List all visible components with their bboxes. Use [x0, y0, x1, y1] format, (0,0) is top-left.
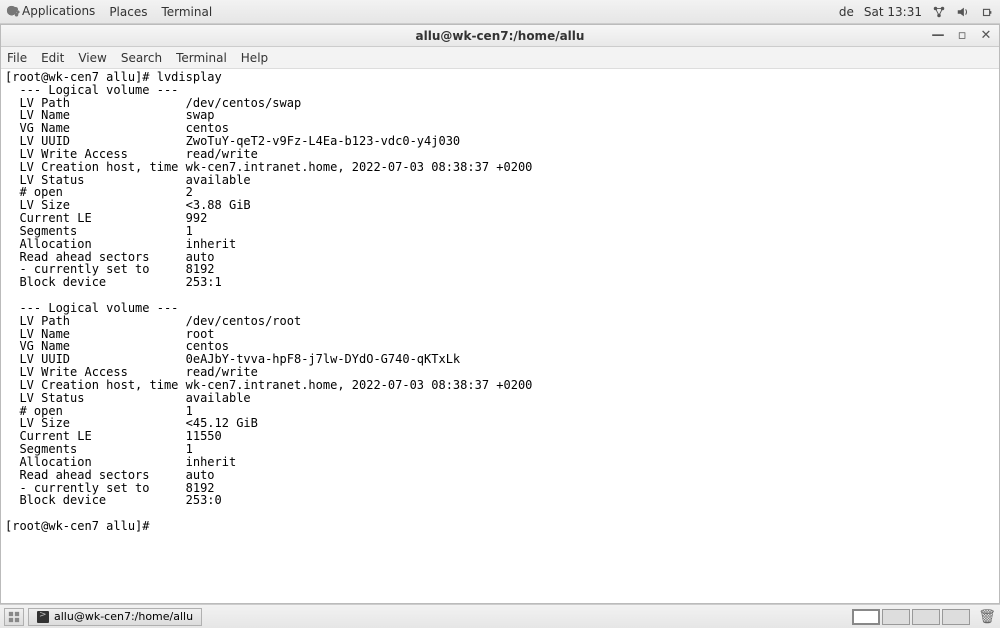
window-title: allu@wk-cen7:/home/allu — [416, 29, 585, 43]
network-icon[interactable] — [932, 5, 946, 19]
menu-terminal[interactable]: Terminal — [176, 51, 227, 65]
title-bar[interactable]: allu@wk-cen7:/home/allu — ▫ ✕ — [1, 25, 999, 47]
workspace-3[interactable] — [912, 609, 940, 625]
bottom-left: allu@wk-cen7:/home/allu — [4, 608, 202, 626]
menu-help[interactable]: Help — [241, 51, 268, 65]
taskbar-terminal[interactable]: allu@wk-cen7:/home/allu — [28, 608, 202, 626]
top-panel-right: de Sat 13:31 — [839, 5, 994, 19]
menu-search[interactable]: Search — [121, 51, 162, 65]
taskbar-label: allu@wk-cen7:/home/allu — [54, 610, 193, 623]
close-button[interactable]: ✕ — [979, 29, 993, 43]
gnome-foot-icon — [6, 5, 20, 19]
menu-bar: File Edit View Search Terminal Help — [1, 47, 999, 69]
trash-icon[interactable]: 🗑 — [978, 609, 996, 625]
power-icon[interactable] — [980, 5, 994, 19]
places-menu[interactable]: Places — [109, 5, 147, 19]
keyboard-lang[interactable]: de — [839, 5, 854, 19]
menu-view[interactable]: View — [78, 51, 106, 65]
window-controls: — ▫ ✕ — [931, 25, 993, 46]
workspace-4[interactable] — [942, 609, 970, 625]
menu-file[interactable]: File — [7, 51, 27, 65]
maximize-button[interactable]: ▫ — [955, 29, 969, 43]
workspace-2[interactable] — [882, 609, 910, 625]
terminal-body: --- Logical volume --- LV Path /dev/cent… — [5, 83, 532, 508]
workspace-1[interactable] — [852, 609, 880, 625]
minimize-button[interactable]: — — [931, 29, 945, 43]
applications-menu[interactable]: Applications — [6, 4, 95, 19]
terminal-icon — [37, 611, 49, 623]
bottom-panel: allu@wk-cen7:/home/allu 🗑 — [0, 604, 1000, 628]
terminal-output[interactable]: [root@wk-cen7 allu]# lvdisplay --- Logic… — [1, 69, 999, 603]
volume-icon[interactable] — [956, 5, 970, 19]
terminal-window: allu@wk-cen7:/home/allu — ▫ ✕ File Edit … — [0, 24, 1000, 604]
terminal-menu[interactable]: Terminal — [161, 5, 212, 19]
prompt: [root@wk-cen7 allu]# — [5, 519, 157, 533]
top-panel: Applications Places Terminal de Sat 13:3… — [0, 0, 1000, 24]
clock[interactable]: Sat 13:31 — [864, 5, 922, 19]
workspace-switcher: 🗑 — [852, 609, 996, 625]
show-desktop-button[interactable] — [4, 608, 24, 626]
applications-label: Applications — [22, 4, 95, 18]
menu-edit[interactable]: Edit — [41, 51, 64, 65]
top-panel-left: Applications Places Terminal — [6, 4, 212, 19]
